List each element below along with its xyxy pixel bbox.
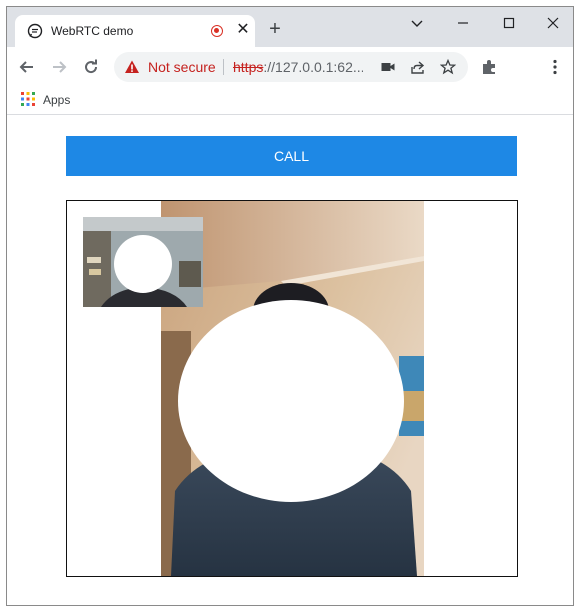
call-button[interactable]: CALL [66, 136, 517, 176]
address-separator [223, 59, 224, 75]
not-secure-label[interactable]: Not secure [148, 59, 216, 75]
address-bar[interactable]: Not secure https://127.0.0.1:62... [114, 52, 468, 82]
warning-icon[interactable] [124, 59, 140, 75]
bookmark-star-icon[interactable] [440, 59, 456, 75]
maximize-icon[interactable] [497, 11, 521, 35]
back-arrow-icon[interactable] [17, 57, 37, 77]
url-text[interactable]: https://127.0.0.1:62... [233, 59, 363, 75]
chat-bubble-icon [27, 23, 43, 39]
bookmark-apps[interactable]: Apps [43, 92, 70, 108]
recording-icon [211, 25, 223, 37]
camera-icon[interactable] [380, 59, 396, 75]
tab-close-icon[interactable]: ✕ [235, 22, 251, 38]
extensions-puzzle-icon[interactable] [479, 57, 499, 77]
local-video [83, 217, 203, 307]
tab-search-icon[interactable] [405, 11, 429, 35]
url-scheme: https [233, 59, 264, 75]
apps-grid-icon[interactable] [21, 92, 35, 106]
reload-icon[interactable] [81, 57, 101, 77]
menu-kebab-icon[interactable] [545, 57, 565, 77]
browser-window: WebRTC demo ✕ + Not secure https://127.0… [6, 6, 574, 606]
new-tab-button[interactable]: + [265, 19, 285, 39]
forward-arrow-icon[interactable] [49, 57, 69, 77]
tab-webrtc-demo[interactable]: WebRTC demo ✕ [15, 15, 255, 47]
browser-toolbar: Not secure https://127.0.0.1:62... [7, 47, 573, 87]
share-icon[interactable] [410, 59, 426, 75]
page-content: CALL [7, 116, 573, 605]
bookmarks-bar: Apps [7, 87, 573, 115]
video-container [66, 200, 518, 577]
tab-strip: WebRTC demo ✕ + [7, 7, 573, 47]
close-window-icon[interactable] [541, 11, 565, 35]
tab-title: WebRTC demo [51, 24, 134, 38]
minimize-icon[interactable] [451, 11, 475, 35]
url-host: ://127.0.0.1:62... [263, 59, 363, 75]
